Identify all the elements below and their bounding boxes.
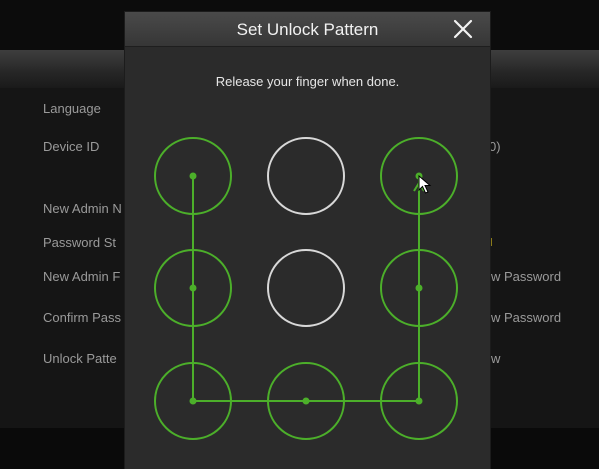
pattern-node-dot: [189, 397, 197, 405]
show-password-toggle-1[interactable]: w Password: [491, 269, 561, 284]
pattern-node-dot: [189, 172, 197, 180]
language-label: Language: [43, 101, 101, 116]
show-password-toggle-2[interactable]: w Password: [491, 310, 561, 325]
pattern-node-5[interactable]: [267, 249, 345, 327]
pattern-node-ring: [267, 137, 345, 215]
pattern-path: [192, 176, 425, 402]
pattern-node-dot: [189, 284, 197, 292]
screen: Language Device ID 0) New Admin N Passwo…: [0, 0, 599, 469]
password-strength-label: Password St: [43, 235, 116, 250]
pattern-node-dot: [415, 284, 423, 292]
pattern-node-2[interactable]: [267, 137, 345, 215]
pattern-node-ring: [267, 249, 345, 327]
unlock-pattern-dialog: Set Unlock Pattern Release your finger w…: [125, 12, 490, 469]
draw-pattern-link-fragment[interactable]: w: [491, 351, 500, 366]
pattern-node-dot: [302, 397, 310, 405]
new-admin-name-label: New Admin N: [43, 201, 122, 216]
confirm-password-label: Confirm Pass: [43, 310, 122, 325]
unlock-pattern-label: Unlock Patte: [43, 351, 117, 366]
device-id-value-fragment: 0): [489, 139, 501, 154]
pattern-node-dot: [415, 397, 423, 405]
new-admin-password-label: New Admin F: [43, 269, 121, 284]
pattern-grid[interactable]: [125, 12, 490, 469]
device-id-label: Device ID: [43, 139, 100, 154]
mouse-pointer-icon: [418, 174, 432, 195]
